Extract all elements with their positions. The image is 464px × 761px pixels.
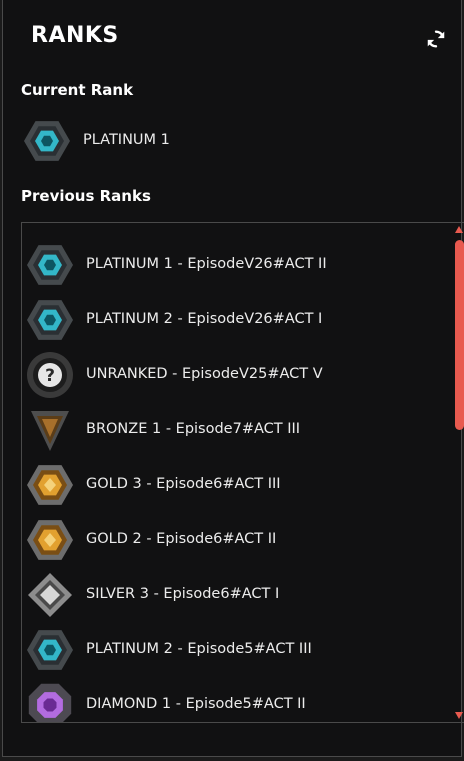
diamond-rank-icon (28, 683, 72, 722)
previous-ranks-title: Previous Ranks (21, 187, 151, 205)
current-rank: PLATINUM 1 (22, 116, 442, 166)
bronze-rank-icon (31, 411, 69, 451)
scroll-up-arrow-icon[interactable] (455, 226, 463, 233)
rank-list-item[interactable]: DIAMOND 1 - Episode5#ACT II (25, 680, 445, 722)
rank-list-item-label: GOLD 2 - Episode6#ACT II (86, 531, 277, 547)
rank-list-item-label: DIAMOND 1 - Episode5#ACT II (86, 696, 306, 712)
gold-rank-icon (27, 465, 73, 505)
current-rank-title: Current Rank (21, 81, 134, 99)
scroll-down-arrow-icon[interactable] (455, 712, 463, 719)
refresh-icon[interactable] (425, 28, 447, 50)
svg-text:?: ? (45, 366, 55, 386)
rank-list-item[interactable]: GOLD 3 - Episode6#ACT III (25, 460, 445, 510)
rank-list-item-label: PLATINUM 2 - Episode5#ACT III (86, 641, 312, 657)
rank-list-item[interactable]: SILVER 3 - Episode6#ACT I (25, 570, 445, 620)
rank-list-item-label: SILVER 3 - Episode6#ACT I (86, 586, 280, 602)
gold-rank-icon (27, 520, 73, 560)
rank-list-item-label: PLATINUM 2 - EpisodeV26#ACT I (86, 311, 323, 327)
platinum-rank-icon (27, 300, 73, 340)
rank-list-item-label: UNRANKED - EpisodeV25#ACT V (86, 366, 323, 382)
platinum-rank-icon (27, 245, 73, 285)
scrollbar-thumb[interactable] (455, 240, 464, 430)
app-logo: RANKS (31, 23, 119, 48)
current-rank-label: PLATINUM 1 (83, 132, 170, 148)
scrollbar[interactable] (452, 223, 464, 722)
rank-icon (24, 121, 70, 161)
rank-list-item[interactable]: PLATINUM 1 - EpisodeV26#ACT II (25, 240, 445, 290)
rank-list-item-label: PLATINUM 1 - EpisodeV26#ACT II (86, 256, 327, 272)
rank-list-item[interactable]: ? UNRANKED - EpisodeV25#ACT V (25, 350, 445, 400)
rank-list-item[interactable]: GOLD 2 - Episode6#ACT II (25, 515, 445, 565)
rank-list-item-label: GOLD 3 - Episode6#ACT III (86, 476, 281, 492)
unranked-rank-icon: ? (27, 352, 73, 398)
rank-list-item[interactable]: PLATINUM 2 - EpisodeV26#ACT I (25, 295, 445, 345)
rank-list-item[interactable]: PLATINUM 2 - Episode5#ACT III (25, 625, 445, 675)
rank-list-item[interactable]: BRONZE 1 - Episode7#ACT III (25, 405, 445, 455)
ranks-panel: RANKS Current Rank PLATINUM 1 Previous R… (2, 0, 464, 757)
silver-rank-icon (28, 573, 72, 617)
header: RANKS (3, 0, 461, 76)
platinum-rank-icon (27, 630, 73, 670)
previous-ranks-list[interactable]: PLATINUM 1 - EpisodeV26#ACT II PLATINUM 2… (21, 222, 464, 723)
rank-list-item-label: BRONZE 1 - Episode7#ACT III (86, 421, 301, 437)
